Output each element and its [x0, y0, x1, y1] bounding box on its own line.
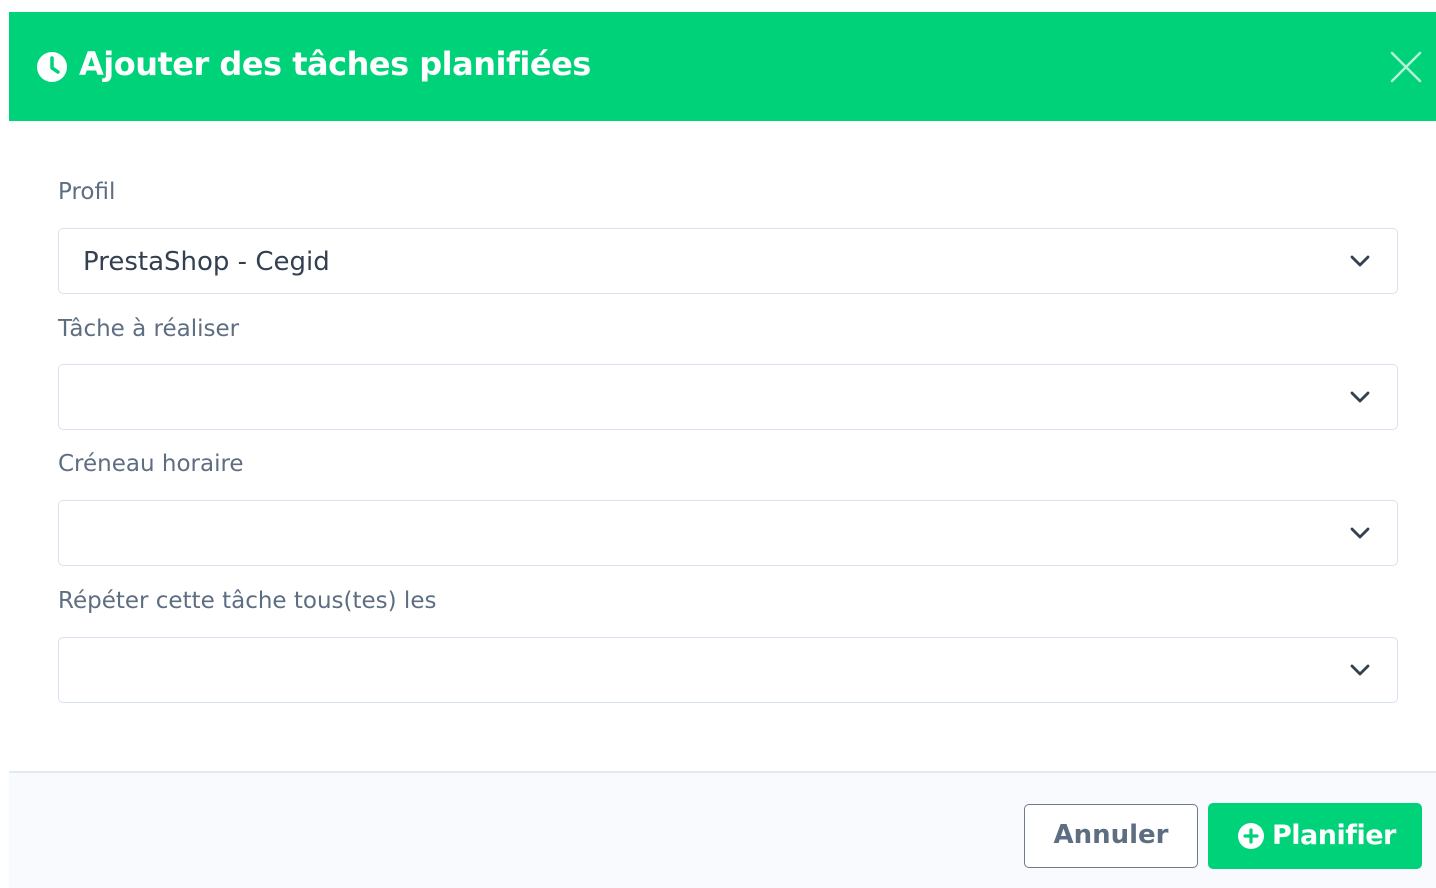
modal-title: Ajouter des tâches planifiées: [79, 45, 591, 83]
time-slot-select[interactable]: [58, 500, 1398, 566]
close-icon[interactable]: [1389, 50, 1423, 84]
cancel-button[interactable]: Annuler: [1024, 804, 1198, 868]
clock-icon: [37, 52, 67, 82]
task-select[interactable]: [58, 364, 1398, 430]
schedule-button[interactable]: Planifier: [1208, 803, 1422, 869]
profile-select-value: PrestaShop - Cegid: [83, 247, 330, 277]
repeat-select[interactable]: [58, 637, 1398, 703]
repeat-label: Répéter cette tâche tous(tes) les: [58, 588, 437, 614]
chevron-down-icon: [1350, 255, 1370, 267]
schedule-button-label: Planifier: [1272, 820, 1396, 851]
plus-circle-icon: [1238, 823, 1264, 849]
chevron-down-icon: [1350, 391, 1370, 403]
add-scheduled-task-modal: Ajouter des tâches planifiées Profil Pre…: [9, 12, 1436, 888]
profile-select[interactable]: PrestaShop - Cegid: [58, 228, 1398, 294]
chevron-down-icon: [1350, 664, 1370, 676]
time-slot-label: Créneau horaire: [58, 451, 244, 477]
modal-footer: Annuler Planifier: [9, 771, 1436, 888]
task-label: Tâche à réaliser: [58, 316, 240, 342]
profile-label: Profil: [58, 179, 116, 205]
chevron-down-icon: [1350, 527, 1370, 539]
modal-header: Ajouter des tâches planifiées: [9, 12, 1436, 121]
